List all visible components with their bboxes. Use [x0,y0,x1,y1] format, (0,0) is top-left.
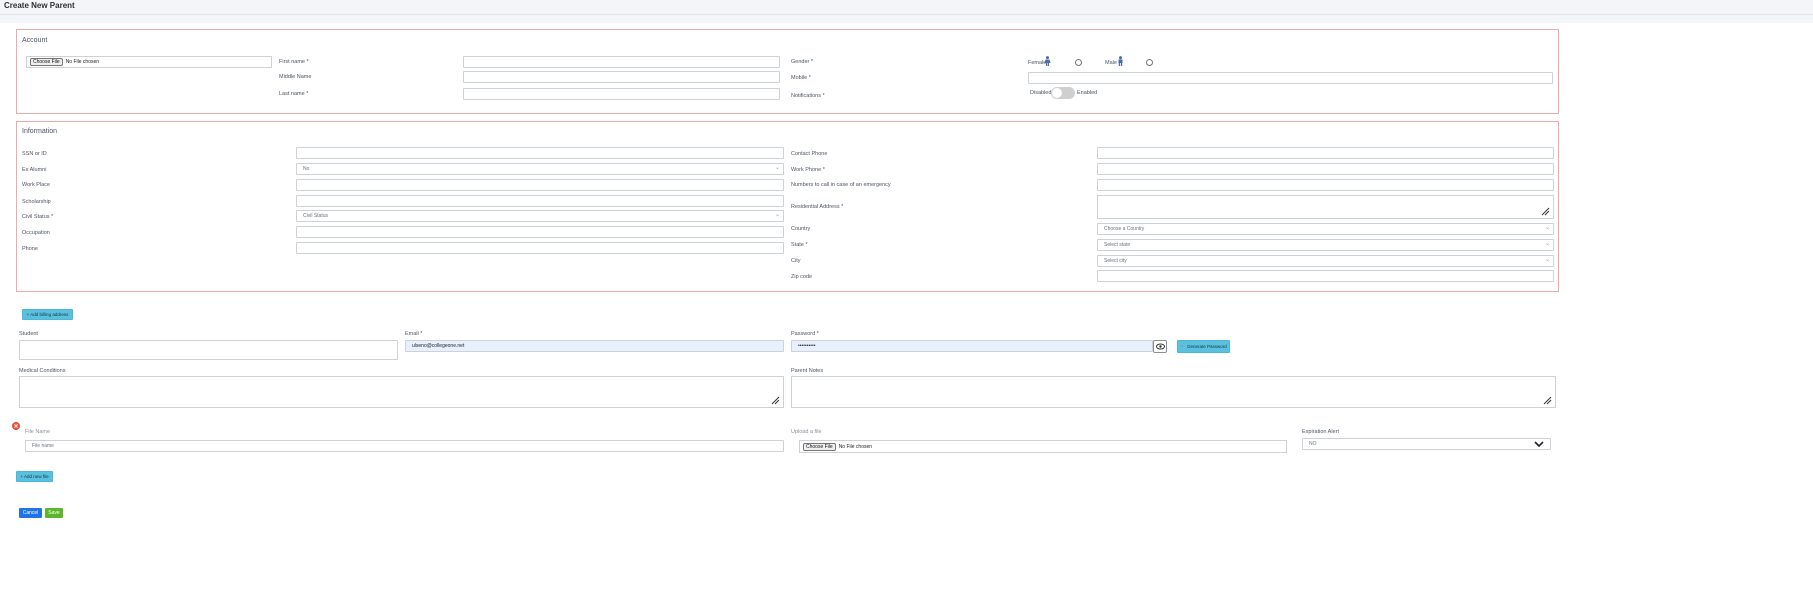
account-card-title: Account [22,37,48,44]
page-header: Create New Parent [0,0,1813,15]
emergency-numbers-label: Numbers to call in case of an emergency [791,182,891,188]
notifications-toggle[interactable] [1051,87,1075,99]
photo-choose-file-button[interactable]: Choose File [30,58,63,66]
eye-icon [1156,343,1165,350]
toggle-knob [1052,88,1062,98]
city-label: City [791,258,801,264]
add-new-file-button[interactable]: + Add new file [16,471,53,482]
upload-file-status: No File chosen [838,443,873,450]
show-password-button[interactable] [1153,340,1167,353]
female-radio[interactable] [1075,59,1082,66]
first-name-label: First name * [279,59,309,65]
upload-file-label: Upload a file [791,429,822,435]
upload-choose-file-button[interactable]: Choose File [803,442,836,451]
file-name-input[interactable]: File name [25,440,784,452]
file-name-label: File Name [25,429,51,435]
password-input[interactable]: •••••••••• [791,340,1153,352]
last-name-label: Last name * [279,91,309,97]
parent-notes-textarea[interactable] [791,376,1556,408]
mobile-input[interactable] [1028,72,1553,84]
residential-address-textarea[interactable] [1097,195,1554,219]
city-select[interactable]: Select city [1097,255,1554,267]
notifications-enabled-label: Enabled [1077,90,1098,96]
emergency-numbers-input[interactable] [1097,179,1554,191]
zip-code-label: Zip code [791,274,813,280]
mobile-label: Mobile * [791,75,811,81]
ssn-label: SSN or ID [22,151,47,157]
resize-grip-icon [1541,207,1550,216]
scholarship-input[interactable] [296,195,784,207]
female-icon [1044,56,1051,66]
email-input[interactable]: ulseno@collegeone.net [405,340,784,352]
country-label: Country [791,226,811,232]
phone-label: Phone [22,246,38,252]
state-label: State * [791,242,808,248]
first-name-input[interactable] [463,56,780,68]
state-select[interactable]: Select state [1097,239,1554,251]
medical-conditions-label: Medical Conditions [19,368,66,374]
phone-input[interactable] [296,242,784,254]
zip-code-input[interactable] [1097,270,1554,282]
email-label: Email * [405,331,423,337]
male-label: Male [1105,60,1117,66]
upload-file-input[interactable]: Choose File No File chosen [799,440,1287,453]
residential-address-label: Residential Address * [791,204,844,210]
information-card-title: Information [22,128,58,135]
page-title: Create New Parent [4,1,75,10]
expiration-alert-label: Expiration Alert [1302,429,1339,435]
page-background [0,15,1813,23]
password-label: Password * [791,331,819,337]
civil-status-select[interactable]: Civil Status [296,210,784,222]
ex-alumni-label: Ex Alumni [22,167,47,173]
save-button[interactable]: Save [45,508,63,518]
cancel-button[interactable]: Cancel [19,508,42,518]
notifications-label: Notifications * [791,93,825,99]
occupation-input[interactable] [296,226,784,238]
contact-phone-label: Contact Phone [791,151,828,157]
gender-label: Gender * [791,59,814,65]
scholarship-label: Scholarship [22,199,51,205]
generate-password-button[interactable]: 🔧 Generate Password [1177,340,1230,353]
parent-notes-label: Parent Notes [791,368,824,374]
expiration-alert-select[interactable]: NO [1302,438,1551,450]
middle-name-label: Middle Name [279,74,312,80]
resize-grip-icon [771,396,780,405]
work-phone-input[interactable] [1097,163,1554,175]
civil-status-label: Civil Status * [22,214,54,220]
ssn-input[interactable] [296,147,784,159]
medical-conditions-textarea[interactable] [19,376,784,408]
work-phone-label: Work Phone * [791,167,825,173]
student-input[interactable] [19,340,398,360]
work-place-input[interactable] [296,179,784,191]
remove-file-icon[interactable] [12,422,20,430]
photo-file-status: No File chosen [65,59,100,65]
last-name-input[interactable] [463,88,780,100]
notifications-disabled-label: Disabled [1030,90,1052,96]
resize-grip-icon [1543,396,1552,405]
middle-name-input[interactable] [463,71,780,83]
male-icon [1118,56,1123,66]
country-select[interactable]: Choose a Country [1097,223,1554,235]
student-label: Student [19,331,38,337]
ex-alumni-select[interactable]: No [296,163,784,175]
occupation-label: Occupation [22,230,50,236]
add-billing-address-button[interactable]: + Add billing address [22,309,73,320]
contact-phone-input[interactable] [1097,147,1554,159]
work-place-label: Work Place [22,182,51,188]
chevron-down-icon [1534,441,1544,447]
male-radio[interactable] [1146,59,1153,66]
photo-file-input[interactable]: Choose File No File chosen [26,56,272,68]
